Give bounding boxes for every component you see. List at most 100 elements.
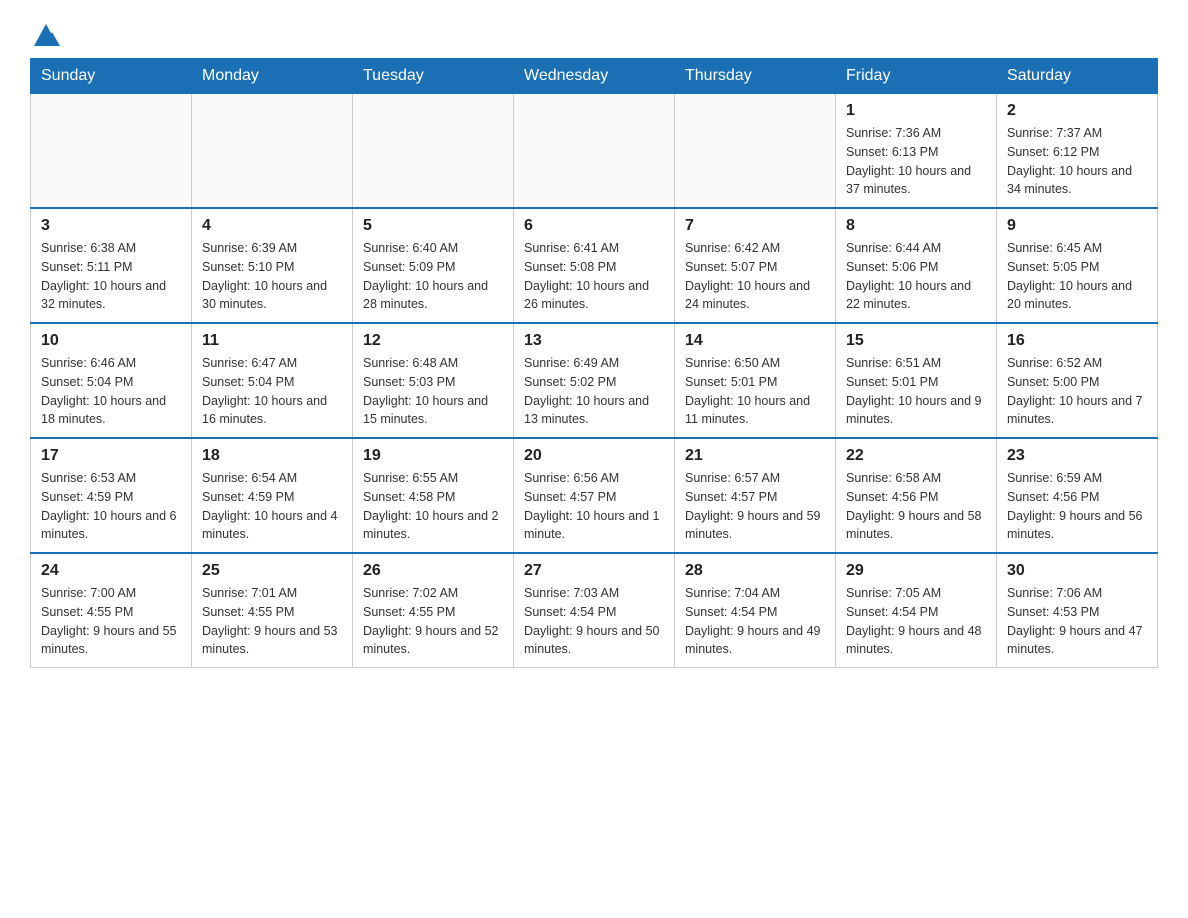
day-info: Sunrise: 6:44 AM Sunset: 5:06 PM Dayligh…: [846, 239, 986, 314]
calendar-week-row: 10Sunrise: 6:46 AM Sunset: 5:04 PM Dayli…: [31, 323, 1158, 438]
day-of-week-header: Wednesday: [514, 59, 675, 94]
day-number: 17: [41, 447, 181, 465]
calendar-cell: 1 Sunrise: 7:36 AM Sunset: 6:13 PM Daylig…: [836, 94, 997, 209]
calendar-cell: 4 Sunrise: 6:39 AM Sunset: 5:10 PM Daylig…: [192, 208, 353, 323]
calendar-cell: 13 Sunrise: 6:49 AM Sunset: 5:02 PM Dayli…: [514, 323, 675, 438]
calendar-cell: 18 Sunrise: 6:54 AM Sunset: 4:59 PM Dayli…: [192, 438, 353, 553]
day-of-week-header: Friday: [836, 59, 997, 94]
day-info: Sunrise: 7:05 AM Sunset: 4:54 PM Dayligh…: [846, 584, 986, 659]
day-info: Sunrise: 6:41 AM Sunset: 5:08 PM Dayligh…: [524, 239, 664, 314]
day-number: 22: [846, 447, 986, 465]
calendar-cell: 11 Sunrise: 6:47 AM Sunset: 5:04 PM Dayli…: [192, 323, 353, 438]
calendar-cell: 14Sunrise: 6:50 AM Sunset: 5:01 PM Dayli…: [675, 323, 836, 438]
calendar-table: SundayMondayTuesdayWednesdayThursdayFrid…: [30, 58, 1158, 668]
calendar-cell: [192, 94, 353, 209]
calendar-cell: 21Sunrise: 6:57 AM Sunset: 4:57 PM Dayli…: [675, 438, 836, 553]
day-number: 26: [363, 562, 503, 580]
calendar-cell: 22 Sunrise: 6:58 AM Sunset: 4:56 PM Dayli…: [836, 438, 997, 553]
day-number: 11: [202, 332, 342, 350]
day-info: Sunrise: 7:00 AM Sunset: 4:55 PM Dayligh…: [41, 584, 181, 659]
calendar-cell: 10Sunrise: 6:46 AM Sunset: 5:04 PM Dayli…: [31, 323, 192, 438]
day-of-week-header: Tuesday: [353, 59, 514, 94]
day-of-week-header: Saturday: [997, 59, 1158, 94]
day-of-week-header: Monday: [192, 59, 353, 94]
day-info: Sunrise: 7:03 AM Sunset: 4:54 PM Dayligh…: [524, 584, 664, 659]
calendar-cell: 15 Sunrise: 6:51 AM Sunset: 5:01 PM Dayli…: [836, 323, 997, 438]
day-info: Sunrise: 6:56 AM Sunset: 4:57 PM Dayligh…: [524, 469, 664, 544]
day-info: Sunrise: 7:36 AM Sunset: 6:13 PM Dayligh…: [846, 124, 986, 199]
day-of-week-header: Thursday: [675, 59, 836, 94]
day-number: 14: [685, 332, 825, 350]
day-info: Sunrise: 7:02 AM Sunset: 4:55 PM Dayligh…: [363, 584, 503, 659]
calendar-week-row: 3 Sunrise: 6:38 AM Sunset: 5:11 PM Daylig…: [31, 208, 1158, 323]
day-number: 8: [846, 217, 986, 235]
logo: [30, 20, 56, 48]
day-number: 5: [363, 217, 503, 235]
calendar-cell: 19 Sunrise: 6:55 AM Sunset: 4:58 PM Dayli…: [353, 438, 514, 553]
day-number: 24: [41, 562, 181, 580]
day-number: 9: [1007, 217, 1147, 235]
day-number: 3: [41, 217, 181, 235]
day-info: Sunrise: 7:01 AM Sunset: 4:55 PM Dayligh…: [202, 584, 342, 659]
day-number: 1: [846, 102, 986, 120]
day-info: Sunrise: 6:54 AM Sunset: 4:59 PM Dayligh…: [202, 469, 342, 544]
calendar-cell: 28 Sunrise: 7:04 AM Sunset: 4:54 PM Dayli…: [675, 553, 836, 668]
day-info: Sunrise: 6:39 AM Sunset: 5:10 PM Dayligh…: [202, 239, 342, 314]
calendar-cell: 2Sunrise: 7:37 AM Sunset: 6:12 PM Daylig…: [997, 94, 1158, 209]
calendar-cell: [514, 94, 675, 209]
calendar-cell: 3 Sunrise: 6:38 AM Sunset: 5:11 PM Daylig…: [31, 208, 192, 323]
calendar-cell: [675, 94, 836, 209]
calendar-cell: 9 Sunrise: 6:45 AM Sunset: 5:05 PM Daylig…: [997, 208, 1158, 323]
day-number: 6: [524, 217, 664, 235]
day-number: 4: [202, 217, 342, 235]
day-number: 19: [363, 447, 503, 465]
day-number: 20: [524, 447, 664, 465]
calendar-week-row: 24 Sunrise: 7:00 AM Sunset: 4:55 PM Dayli…: [31, 553, 1158, 668]
calendar-cell: 16 Sunrise: 6:52 AM Sunset: 5:00 PM Dayli…: [997, 323, 1158, 438]
day-number: 7: [685, 217, 825, 235]
logo-icon: [32, 20, 60, 48]
calendar-cell: 20 Sunrise: 6:56 AM Sunset: 4:57 PM Dayli…: [514, 438, 675, 553]
calendar-cell: 30 Sunrise: 7:06 AM Sunset: 4:53 PM Dayli…: [997, 553, 1158, 668]
day-number: 18: [202, 447, 342, 465]
day-info: Sunrise: 6:55 AM Sunset: 4:58 PM Dayligh…: [363, 469, 503, 544]
day-info: Sunrise: 6:58 AM Sunset: 4:56 PM Dayligh…: [846, 469, 986, 544]
day-number: 12: [363, 332, 503, 350]
calendar-cell: 29 Sunrise: 7:05 AM Sunset: 4:54 PM Dayli…: [836, 553, 997, 668]
day-number: 15: [846, 332, 986, 350]
day-info: Sunrise: 6:49 AM Sunset: 5:02 PM Dayligh…: [524, 354, 664, 429]
day-number: 16: [1007, 332, 1147, 350]
day-number: 13: [524, 332, 664, 350]
calendar-cell: 25Sunrise: 7:01 AM Sunset: 4:55 PM Dayli…: [192, 553, 353, 668]
day-info: Sunrise: 7:06 AM Sunset: 4:53 PM Dayligh…: [1007, 584, 1147, 659]
calendar-week-row: 1 Sunrise: 7:36 AM Sunset: 6:13 PM Daylig…: [31, 94, 1158, 209]
calendar-cell: 23 Sunrise: 6:59 AM Sunset: 4:56 PM Dayli…: [997, 438, 1158, 553]
calendar-cell: [353, 94, 514, 209]
day-info: Sunrise: 6:51 AM Sunset: 5:01 PM Dayligh…: [846, 354, 986, 429]
day-info: Sunrise: 6:40 AM Sunset: 5:09 PM Dayligh…: [363, 239, 503, 314]
day-info: Sunrise: 6:48 AM Sunset: 5:03 PM Dayligh…: [363, 354, 503, 429]
day-info: Sunrise: 6:38 AM Sunset: 5:11 PM Dayligh…: [41, 239, 181, 314]
day-info: Sunrise: 6:59 AM Sunset: 4:56 PM Dayligh…: [1007, 469, 1147, 544]
day-info: Sunrise: 6:47 AM Sunset: 5:04 PM Dayligh…: [202, 354, 342, 429]
day-number: 30: [1007, 562, 1147, 580]
calendar-cell: 24 Sunrise: 7:00 AM Sunset: 4:55 PM Dayli…: [31, 553, 192, 668]
day-info: Sunrise: 6:57 AM Sunset: 4:57 PM Dayligh…: [685, 469, 825, 544]
day-info: Sunrise: 6:52 AM Sunset: 5:00 PM Dayligh…: [1007, 354, 1147, 429]
day-number: 28: [685, 562, 825, 580]
calendar-week-row: 17 Sunrise: 6:53 AM Sunset: 4:59 PM Dayli…: [31, 438, 1158, 553]
day-number: 23: [1007, 447, 1147, 465]
day-number: 27: [524, 562, 664, 580]
day-number: 29: [846, 562, 986, 580]
calendar-header-row: SundayMondayTuesdayWednesdayThursdayFrid…: [31, 59, 1158, 94]
day-info: Sunrise: 7:37 AM Sunset: 6:12 PM Dayligh…: [1007, 124, 1147, 199]
day-info: Sunrise: 6:53 AM Sunset: 4:59 PM Dayligh…: [41, 469, 181, 544]
calendar-cell: 12 Sunrise: 6:48 AM Sunset: 5:03 PM Dayli…: [353, 323, 514, 438]
day-info: Sunrise: 7:04 AM Sunset: 4:54 PM Dayligh…: [685, 584, 825, 659]
calendar-cell: 26 Sunrise: 7:02 AM Sunset: 4:55 PM Dayli…: [353, 553, 514, 668]
calendar-cell: 6 Sunrise: 6:41 AM Sunset: 5:08 PM Daylig…: [514, 208, 675, 323]
calendar-cell: [31, 94, 192, 209]
calendar-cell: 17 Sunrise: 6:53 AM Sunset: 4:59 PM Dayli…: [31, 438, 192, 553]
day-info: Sunrise: 6:45 AM Sunset: 5:05 PM Dayligh…: [1007, 239, 1147, 314]
calendar-cell: 8 Sunrise: 6:44 AM Sunset: 5:06 PM Daylig…: [836, 208, 997, 323]
